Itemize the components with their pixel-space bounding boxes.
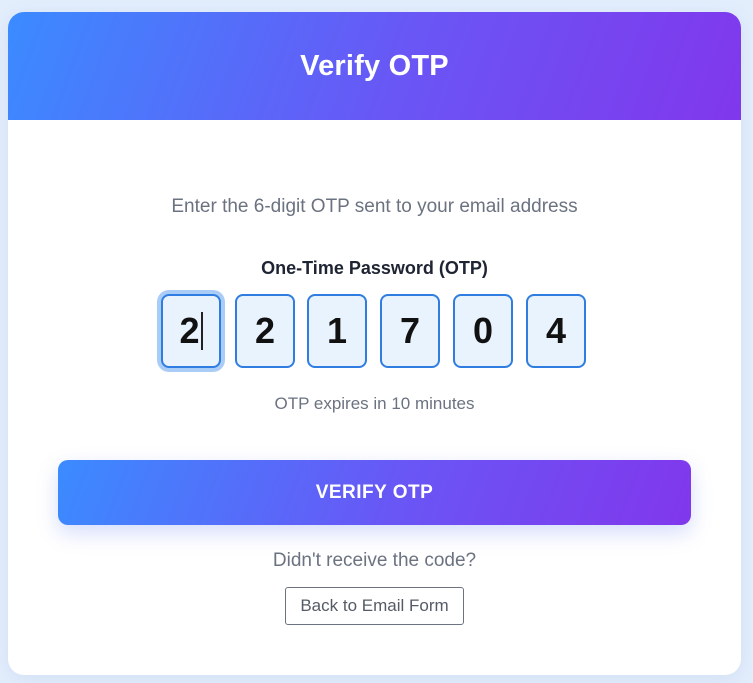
otp-digit-5-value: 0	[472, 310, 494, 351]
otp-digit-3-value: 1	[326, 310, 348, 351]
otp-expiry-note: OTP expires in 10 minutes	[274, 394, 475, 413]
resend-prompt: Didn't receive the code?	[272, 550, 477, 571]
page-title: Verify OTP	[300, 49, 449, 82]
verify-otp-button[interactable]: VERIFY OTP	[58, 460, 691, 525]
otp-label: One-Time Password (OTP)	[261, 258, 488, 278]
otp-digit-4-value: 7	[399, 310, 421, 351]
otp-digit-3[interactable]: 1	[307, 294, 367, 368]
back-to-email-button[interactable]: Back to Email Form	[285, 587, 464, 625]
otp-digit-5[interactable]: 0	[453, 294, 513, 368]
otp-digit-6-value: 4	[545, 310, 567, 351]
otp-digit-2[interactable]: 2	[235, 294, 295, 368]
card-header: Verify OTP	[8, 12, 741, 120]
otp-digit-4[interactable]: 7	[380, 294, 440, 368]
otp-digit-6[interactable]: 4	[526, 294, 586, 368]
otp-card: Verify OTP Enter the 6-digit OTP sent to…	[8, 12, 741, 675]
otp-instruction: Enter the 6-digit OTP sent to your email…	[171, 196, 578, 217]
otp-digit-2-value: 2	[254, 310, 276, 351]
otp-input-group: 2 2 1 7 0 4	[8, 294, 741, 368]
text-caret	[200, 312, 203, 350]
otp-digit-1-value: 2	[179, 310, 200, 351]
otp-digit-1[interactable]: 2	[161, 294, 221, 368]
